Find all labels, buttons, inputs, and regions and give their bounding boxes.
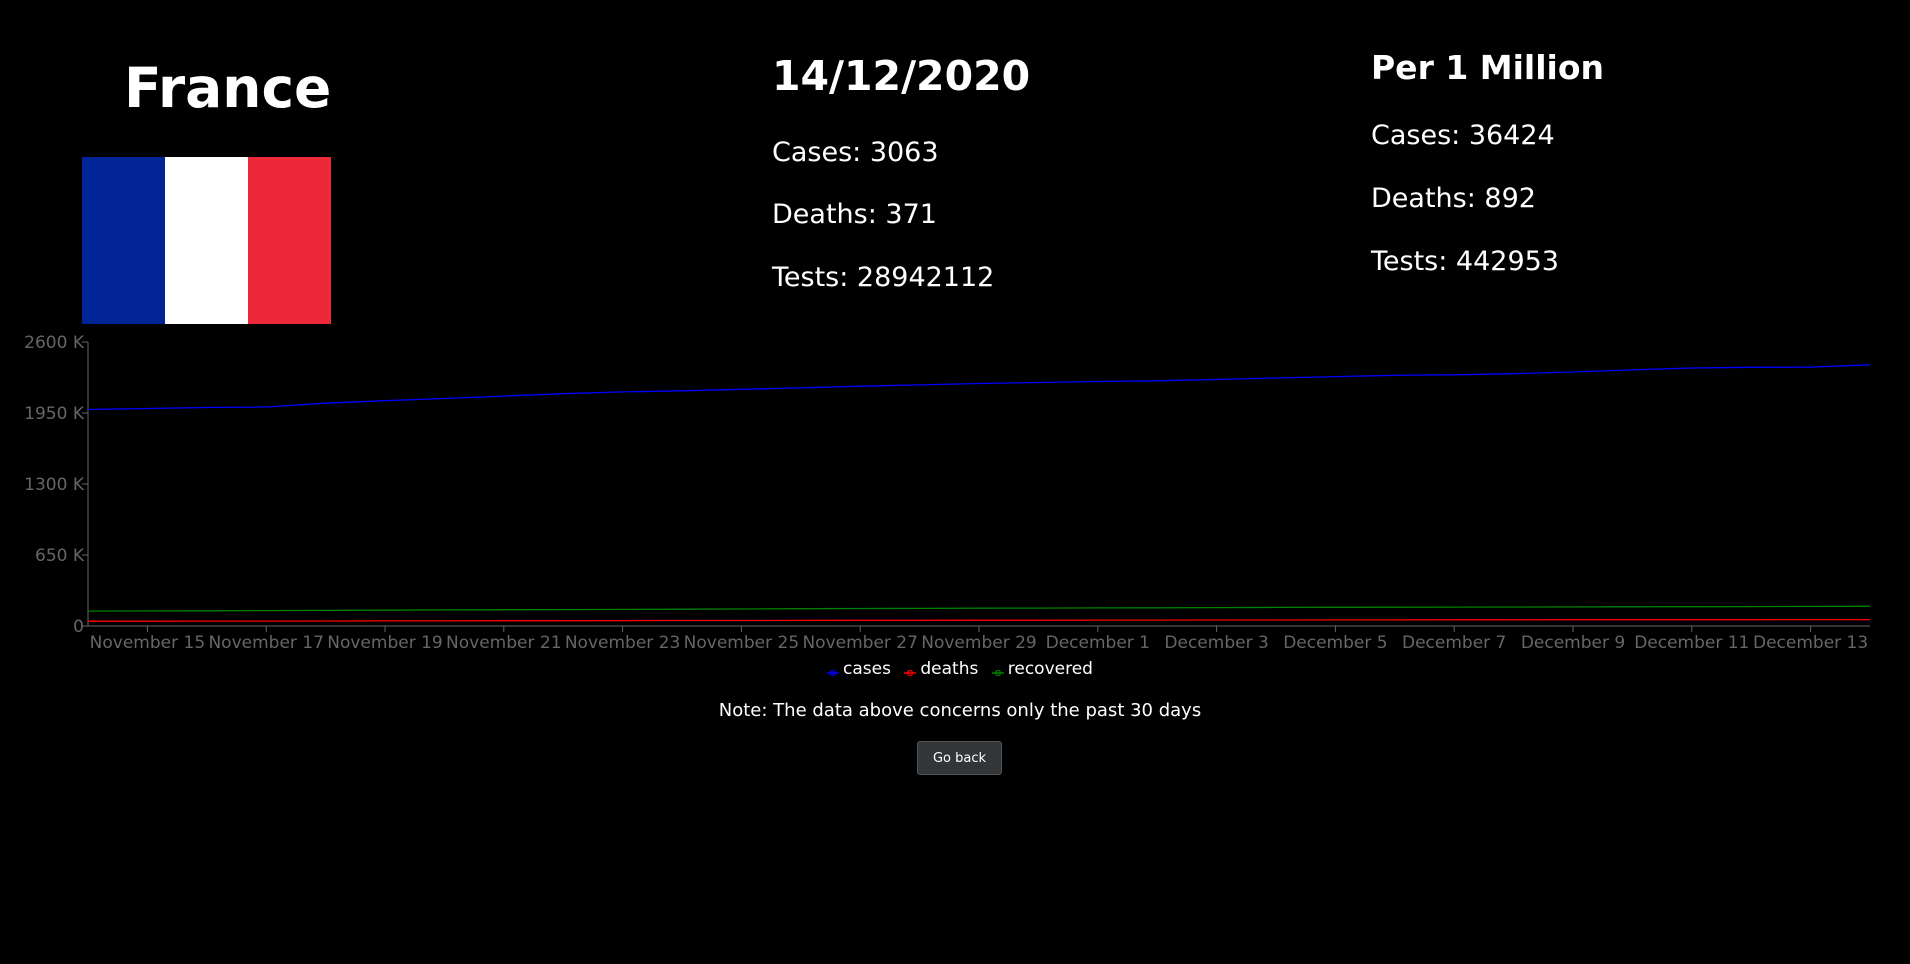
legend-deaths-label: deaths xyxy=(920,659,979,679)
x-tick-label: December 3 xyxy=(1164,633,1268,653)
data-note: Note: The data above concerns only the p… xyxy=(718,700,1202,721)
x-tick-label: November 17 xyxy=(208,633,323,653)
x-tick-label: November 21 xyxy=(446,633,561,653)
legend-item-recovered[interactable]: recovered xyxy=(991,656,1093,682)
y-tick-label: 0 xyxy=(73,617,84,637)
x-tick-label: November 19 xyxy=(327,633,442,653)
x-tick-label: December 11 xyxy=(1634,633,1749,653)
series-line-recovered xyxy=(87,605,1871,612)
go-back-button[interactable]: Go back xyxy=(917,741,1002,775)
legend-deaths-marker xyxy=(904,662,917,677)
legend-cases-label: cases xyxy=(843,659,891,679)
x-tick-label: November 15 xyxy=(90,633,205,653)
legend-item-deaths[interactable]: deaths xyxy=(904,656,978,682)
x-tick-label: December 7 xyxy=(1402,633,1506,653)
covid-line-chart: 0650 K1300 K1950 K2600 KNovember 15 Novem… xyxy=(24,333,1871,653)
series-line-deaths xyxy=(88,618,1870,622)
x-tick-label: November 27 xyxy=(802,633,917,653)
legend-recovered-label: recovered xyxy=(1007,659,1093,679)
legend-cases-marker xyxy=(827,662,840,677)
x-tick-label: December 9 xyxy=(1521,633,1625,653)
legend-recovered-marker xyxy=(991,662,1004,677)
chart-legend: cases deaths recovered xyxy=(0,656,1910,682)
y-tick-label: 1300 K xyxy=(24,475,85,495)
x-tick-label: December 1 xyxy=(1046,633,1150,653)
legend-item-cases[interactable]: cases xyxy=(827,656,891,682)
x-tick-label: December 5 xyxy=(1283,633,1387,653)
x-tick-label: November 29 xyxy=(921,633,1036,653)
x-tick-label: November 23 xyxy=(565,633,680,653)
chart-plot: 0650 K1300 K1950 K2600 KNovember 15 Novem… xyxy=(24,333,1871,653)
x-tick-label: December 13 xyxy=(1753,633,1868,653)
y-tick-label: 1950 K xyxy=(24,404,85,424)
x-tick-label: November 25 xyxy=(684,633,799,653)
series-line-cases xyxy=(87,364,1871,411)
y-tick-label: 650 K xyxy=(35,546,85,566)
y-tick-label: 2600 K xyxy=(24,333,85,353)
